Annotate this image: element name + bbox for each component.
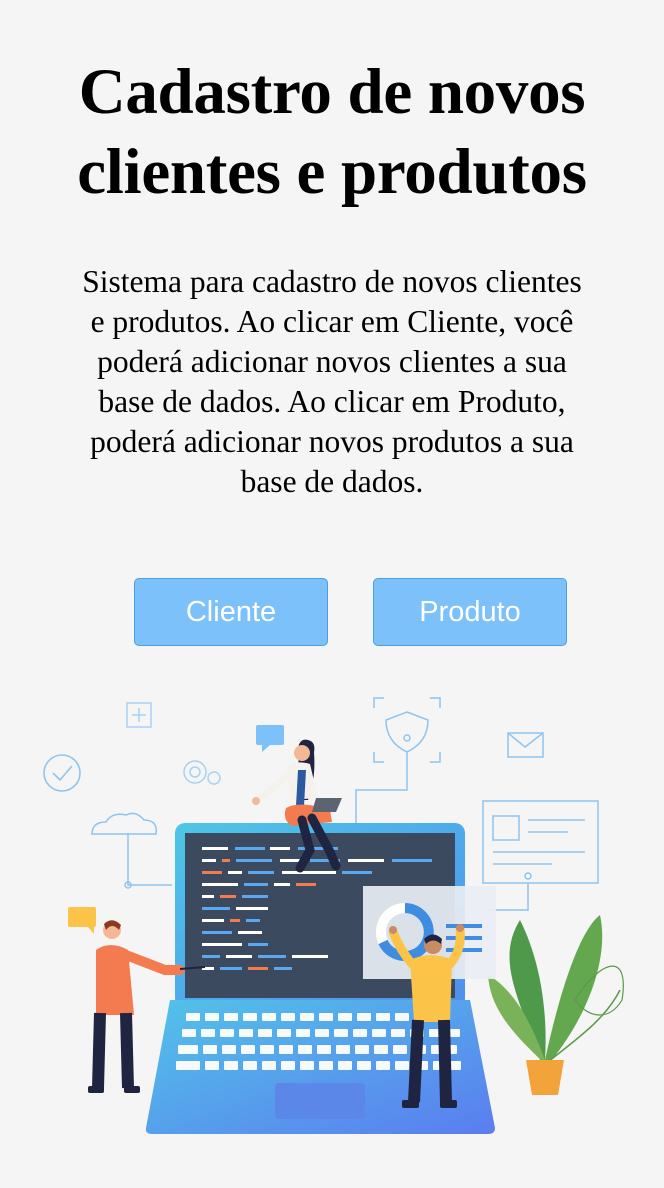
page-title: Cadastro de novos clientes e produtos bbox=[0, 52, 664, 212]
speech-bubble-yellow-icon bbox=[68, 907, 96, 927]
plus-box-icon bbox=[126, 702, 152, 728]
intro-line-3: poderá adicionar novos clientes a sua bbox=[97, 344, 567, 379]
intro-line-2: e produtos. Ao clicar em Cliente, você bbox=[90, 304, 574, 339]
cloud-icon bbox=[91, 812, 172, 889]
gear-icon bbox=[183, 760, 221, 785]
intro-description: Sistema para cadastro de novos clientes … bbox=[44, 262, 620, 502]
page-title-line-1: Cadastro de novos bbox=[78, 56, 586, 128]
intro-line-5: poderá adicionar novos produtos a sua bbox=[90, 424, 574, 459]
intro-line-6: base de dados. bbox=[240, 464, 424, 499]
produto-button[interactable]: Produto bbox=[373, 578, 567, 646]
intro-line-4: base de dados. Ao clicar em Produto, bbox=[98, 384, 566, 419]
page-title-line-2: clientes e produtos bbox=[77, 136, 587, 208]
check-circle-icon bbox=[43, 754, 81, 792]
shield-icon bbox=[355, 697, 441, 830]
speech-bubble-blue-icon bbox=[256, 725, 284, 745]
cliente-button[interactable]: Cliente bbox=[134, 578, 328, 646]
intro-line-1: Sistema para cadastro de novos clientes bbox=[82, 264, 582, 299]
document-card-icon bbox=[482, 800, 599, 911]
plant-icon bbox=[488, 915, 624, 1095]
envelope-icon bbox=[507, 732, 544, 758]
developers-laptop-illustration bbox=[43, 697, 624, 1134]
